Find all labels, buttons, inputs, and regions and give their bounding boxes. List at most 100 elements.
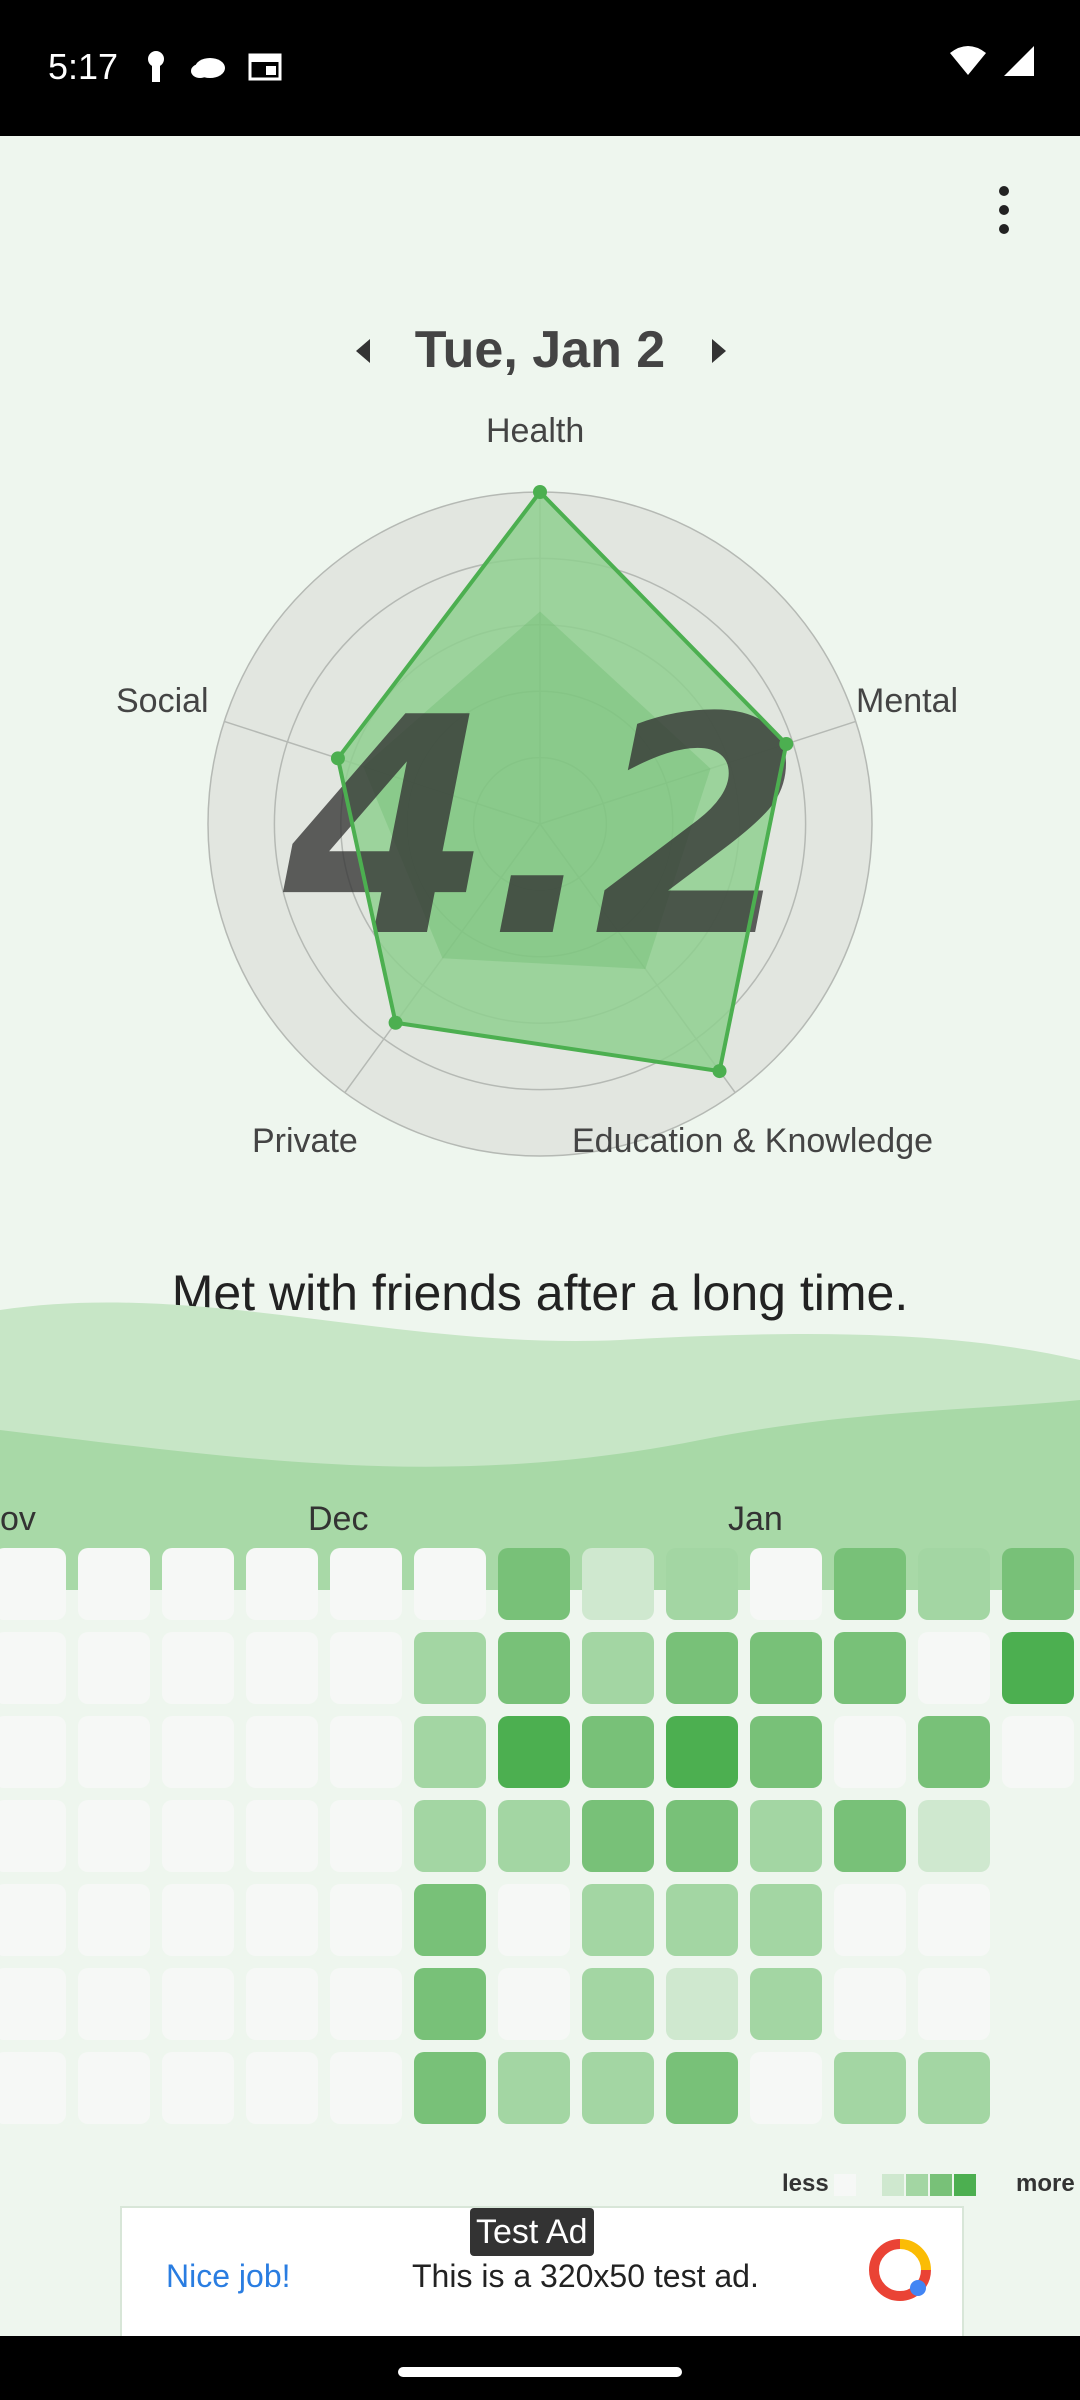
legend-more-label: more bbox=[1016, 2170, 1075, 2197]
month-label-dec: Dec bbox=[308, 1500, 369, 1538]
heatmap-cell[interactable] bbox=[750, 1632, 822, 1704]
heatmap-cell[interactable] bbox=[918, 1884, 990, 1956]
heatmap-cell[interactable] bbox=[498, 1716, 570, 1788]
heatmap-cell[interactable] bbox=[414, 2052, 486, 2124]
cloud-icon bbox=[191, 58, 225, 78]
heatmap-cell[interactable] bbox=[834, 1800, 906, 1872]
ad-cta-text[interactable]: Nice job! bbox=[166, 2258, 291, 2295]
heatmap-cell[interactable] bbox=[918, 2052, 990, 2124]
home-indicator[interactable] bbox=[398, 2367, 682, 2377]
heatmap-cell[interactable] bbox=[330, 1884, 402, 1956]
heatmap-cell[interactable] bbox=[0, 1800, 66, 1872]
heatmap-cell[interactable] bbox=[834, 1884, 906, 1956]
heatmap-cell[interactable] bbox=[162, 1548, 234, 1620]
heatmap-cell[interactable] bbox=[414, 1632, 486, 1704]
heatmap-cell[interactable] bbox=[330, 2052, 402, 2124]
heatmap-cell[interactable] bbox=[834, 2052, 906, 2124]
heatmap-cell[interactable] bbox=[498, 1632, 570, 1704]
axis-label-health: Health bbox=[486, 412, 585, 450]
heatmap-cell[interactable] bbox=[330, 1632, 402, 1704]
heatmap-cell[interactable] bbox=[78, 2052, 150, 2124]
heatmap-cell[interactable] bbox=[582, 1716, 654, 1788]
heatmap-cell[interactable] bbox=[498, 1800, 570, 1872]
heatmap-cell[interactable] bbox=[498, 1968, 570, 2040]
heatmap-cell[interactable] bbox=[414, 1800, 486, 1872]
heatmap-cell[interactable] bbox=[834, 1548, 906, 1620]
legend-swatch bbox=[954, 2174, 976, 2196]
heatmap-cell[interactable] bbox=[162, 1632, 234, 1704]
heatmap-cell[interactable] bbox=[162, 1800, 234, 1872]
heatmap-cell[interactable] bbox=[78, 1716, 150, 1788]
heatmap-cell[interactable] bbox=[162, 2052, 234, 2124]
heatmap-cell[interactable] bbox=[918, 1716, 990, 1788]
heatmap-cell[interactable] bbox=[582, 1632, 654, 1704]
heatmap-cell[interactable] bbox=[666, 1632, 738, 1704]
heatmap-cell[interactable] bbox=[246, 1884, 318, 1956]
heatmap-cell[interactable] bbox=[0, 1884, 66, 1956]
heatmap-cell[interactable] bbox=[78, 1968, 150, 2040]
heatmap-cell[interactable] bbox=[0, 1632, 66, 1704]
heatmap-cell[interactable] bbox=[414, 1884, 486, 1956]
heatmap-cell[interactable] bbox=[162, 1884, 234, 1956]
heatmap-cell[interactable] bbox=[666, 1716, 738, 1788]
heatmap-cell[interactable] bbox=[1002, 1716, 1074, 1788]
heatmap-cell[interactable] bbox=[666, 1548, 738, 1620]
heatmap-cell[interactable] bbox=[246, 2052, 318, 2124]
heatmap-cell[interactable] bbox=[582, 1548, 654, 1620]
heatmap-cell[interactable] bbox=[918, 1968, 990, 2040]
heatmap-cell[interactable] bbox=[750, 1800, 822, 1872]
heatmap-cell[interactable] bbox=[834, 1632, 906, 1704]
heatmap-cell[interactable] bbox=[666, 1968, 738, 2040]
heatmap-cell[interactable] bbox=[414, 1548, 486, 1620]
heatmap-cell[interactable] bbox=[78, 1632, 150, 1704]
heatmap-cell[interactable] bbox=[414, 1716, 486, 1788]
ad-text: This is a 320x50 test ad. bbox=[412, 2258, 759, 2294]
heatmap-cell[interactable] bbox=[0, 2052, 66, 2124]
heatmap-cell[interactable] bbox=[582, 1800, 654, 1872]
heatmap-cell[interactable] bbox=[498, 2052, 570, 2124]
heatmap-cell[interactable] bbox=[750, 2052, 822, 2124]
heatmap-cell[interactable] bbox=[666, 1884, 738, 1956]
heatmap-cell[interactable] bbox=[666, 2052, 738, 2124]
heatmap-cell[interactable] bbox=[498, 1884, 570, 1956]
heatmap-cell[interactable] bbox=[918, 1800, 990, 1872]
date-title[interactable]: Tue, Jan 2 bbox=[360, 320, 720, 380]
heatmap-cell[interactable] bbox=[246, 1632, 318, 1704]
heatmap-cell[interactable] bbox=[0, 1548, 66, 1620]
heatmap-cell[interactable] bbox=[0, 1716, 66, 1788]
overflow-menu-button[interactable] bbox=[978, 180, 1030, 240]
heatmap-cell[interactable] bbox=[330, 1800, 402, 1872]
heatmap-cell[interactable] bbox=[330, 1548, 402, 1620]
heatmap-cell[interactable] bbox=[834, 1716, 906, 1788]
heatmap-cell[interactable] bbox=[582, 1884, 654, 1956]
heatmap-cell[interactable] bbox=[78, 1800, 150, 1872]
heatmap-cell[interactable] bbox=[918, 1632, 990, 1704]
heatmap-cell[interactable] bbox=[414, 1968, 486, 2040]
heatmap-cell[interactable] bbox=[498, 1548, 570, 1620]
heatmap-cell[interactable] bbox=[582, 2052, 654, 2124]
heatmap-cell[interactable] bbox=[750, 1968, 822, 2040]
heatmap-cell[interactable] bbox=[162, 1716, 234, 1788]
heatmap-cell[interactable] bbox=[582, 1968, 654, 2040]
date-navigator: Tue, Jan 2 bbox=[0, 316, 1080, 386]
heatmap-cell[interactable] bbox=[918, 1548, 990, 1620]
heatmap-cell[interactable] bbox=[750, 1716, 822, 1788]
heatmap-cell[interactable] bbox=[246, 1548, 318, 1620]
heatmap-cell[interactable] bbox=[162, 1968, 234, 2040]
heatmap-cell[interactable] bbox=[330, 1716, 402, 1788]
heatmap-cell[interactable] bbox=[750, 1884, 822, 1956]
heatmap-cell[interactable] bbox=[0, 1968, 66, 2040]
heatmap-cell[interactable] bbox=[1002, 1632, 1074, 1704]
next-day-arrow-icon[interactable] bbox=[700, 326, 740, 376]
heatmap-cell[interactable] bbox=[834, 1968, 906, 2040]
heatmap-cell[interactable] bbox=[246, 1716, 318, 1788]
heatmap-cell[interactable] bbox=[330, 1968, 402, 2040]
heatmap-cell[interactable] bbox=[1002, 1548, 1074, 1620]
heatmap-cell[interactable] bbox=[246, 1800, 318, 1872]
heatmap-cell[interactable] bbox=[78, 1884, 150, 1956]
status-icons-left bbox=[144, 48, 282, 84]
heatmap-cell[interactable] bbox=[78, 1548, 150, 1620]
heatmap-cell[interactable] bbox=[246, 1968, 318, 2040]
heatmap-cell[interactable] bbox=[666, 1800, 738, 1872]
heatmap-cell[interactable] bbox=[750, 1548, 822, 1620]
